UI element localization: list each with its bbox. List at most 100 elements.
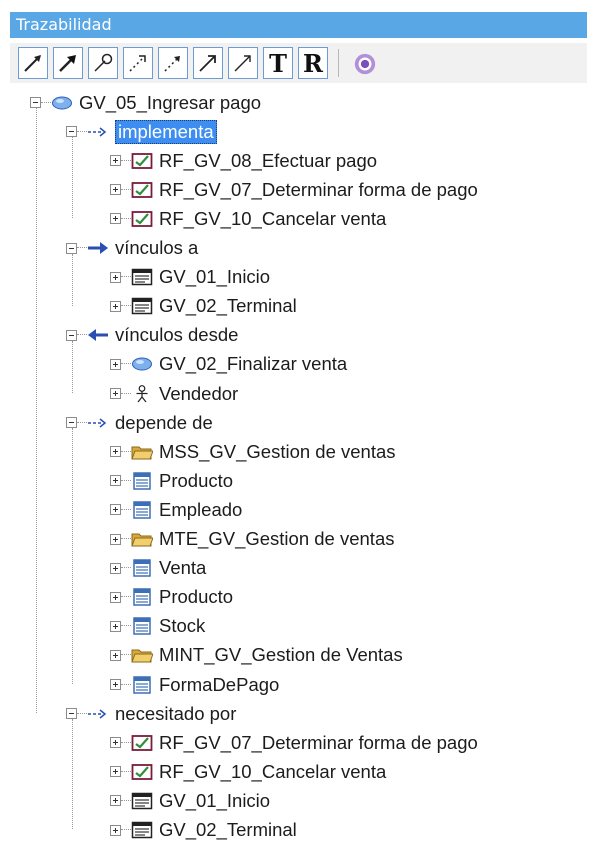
tree-node-label: Venta [159, 557, 207, 579]
dashed-arrow-icon [87, 705, 109, 723]
tree-connector [121, 567, 131, 569]
tree-connector [77, 334, 87, 336]
tree-group[interactable]: necesitado por [66, 699, 236, 728]
collapse-toggle-icon[interactable] [66, 242, 77, 254]
tree-node-label: GV_02_Terminal [159, 295, 297, 317]
collapse-toggle-icon[interactable] [66, 126, 77, 138]
arrow-left-icon [87, 326, 109, 344]
dashed-arrow-icon [87, 123, 109, 141]
tree-node-label: MTE_GV_Gestion de ventas [159, 528, 395, 549]
tree-node-label: GV_01_Inicio [159, 266, 271, 288]
tree-connector [121, 799, 131, 802]
tree-connector [121, 741, 131, 744]
tree-root[interactable]: GV_05_Ingresar pago [30, 88, 261, 117]
requirement-icon [131, 210, 153, 228]
tree-item[interactable]: GV_01_Inicio [110, 263, 270, 292]
tree-node-label: depende de [115, 411, 213, 433]
expand-toggle-icon[interactable] [110, 358, 121, 370]
tree-item[interactable]: Venta [110, 554, 206, 583]
expand-toggle-icon[interactable] [110, 620, 121, 632]
expand-toggle-icon[interactable] [110, 300, 121, 312]
tree-item[interactable]: RF_GV_07_Determinar forma de pago [110, 175, 478, 204]
tree-item[interactable]: Producto [110, 583, 233, 612]
tree-node-label: Vendedor [159, 382, 239, 404]
tree-node-label: vínculos desde [115, 324, 239, 346]
class-icon [131, 559, 153, 577]
collapse-toggle-icon[interactable] [30, 97, 41, 108]
tree-node-label: Stock [159, 615, 206, 637]
expand-toggle-icon[interactable] [110, 562, 121, 574]
tree-guide-line [72, 719, 73, 830]
tree-item[interactable]: FormaDePago [110, 670, 279, 699]
expand-toggle-icon[interactable] [110, 824, 121, 836]
tree-item[interactable]: GV_02_Finalizar venta [110, 350, 347, 379]
tree-guide-line [72, 137, 73, 219]
dashed-arrow-icon [87, 414, 109, 432]
tree-connector [121, 217, 131, 220]
expand-toggle-icon[interactable] [110, 737, 121, 749]
tree-item[interactable]: RF_GV_07_Determinar forma de pago [110, 728, 478, 757]
arrow-right-icon [87, 239, 109, 257]
tree-connector [121, 276, 131, 278]
tree-item[interactable]: GV_02_Terminal [110, 292, 297, 321]
tree-node-label: necesitado por [115, 702, 237, 724]
tree-node-label: GV_02_Terminal [159, 819, 297, 840]
tree-connector [77, 247, 87, 249]
tree-node-label: GV_05_Ingresar pago [79, 91, 262, 113]
expand-toggle-icon[interactable] [110, 271, 121, 283]
actor-icon [131, 384, 153, 403]
tree-connector [77, 421, 87, 424]
tree-connector [121, 479, 131, 482]
tree-item[interactable]: RF_GV_10_Cancelar venta [110, 204, 386, 233]
expand-toggle-icon[interactable] [110, 591, 121, 603]
tree-item[interactable]: RF_GV_08_Efectuar pago [110, 146, 377, 175]
tree-group[interactable]: depende de [66, 408, 213, 437]
collapse-toggle-icon[interactable] [66, 329, 77, 341]
tree-node-label: implementa [115, 119, 217, 144]
tree-item[interactable]: RF_GV_10_Cancelar venta [110, 757, 386, 786]
expand-toggle-icon[interactable] [110, 446, 121, 458]
expand-toggle-icon[interactable] [110, 649, 121, 661]
folder-icon [131, 530, 153, 548]
tree-item[interactable]: Empleado [110, 495, 242, 524]
folder-icon [131, 646, 153, 664]
tree-item[interactable]: MSS_GV_Gestion de ventas [110, 437, 396, 466]
class-icon [131, 675, 153, 694]
tree-node-label: Empleado [159, 498, 243, 520]
expand-toggle-icon[interactable] [110, 679, 121, 690]
tree-item[interactable]: Stock [110, 612, 205, 641]
tree-connector [121, 305, 131, 307]
tree-node-label: MINT_GV_Gestion de Ventas [159, 644, 403, 666]
tree-group[interactable]: vínculos desde [66, 321, 238, 350]
collapse-toggle-icon[interactable] [66, 708, 77, 720]
expand-toggle-icon[interactable] [110, 213, 121, 225]
expand-toggle-icon[interactable] [110, 504, 121, 516]
tree-group[interactable]: vínculos a [66, 234, 198, 263]
expand-toggle-icon[interactable] [110, 475, 121, 487]
tree-node-label: RF_GV_07_Determinar forma de pago [159, 178, 478, 200]
tree-node-label: Producto [159, 469, 234, 491]
usecase-icon [131, 355, 153, 373]
tree-item[interactable]: MTE_GV_Gestion de ventas [110, 525, 394, 554]
tree-group[interactable]: implementa [66, 117, 217, 146]
usecase-icon [51, 94, 73, 112]
collapse-toggle-icon[interactable] [66, 417, 77, 429]
tree-item[interactable]: GV_01_Inicio [110, 786, 270, 815]
requirement-icon [131, 152, 153, 170]
tree-node-label: MSS_GV_Gestion de ventas [159, 440, 396, 462]
requirement-icon [131, 734, 153, 752]
tree-item[interactable]: Vendedor [110, 379, 238, 408]
tree-node-label: Producto [159, 586, 234, 608]
class-icon [131, 501, 153, 519]
expand-toggle-icon[interactable] [110, 388, 121, 399]
expand-toggle-icon[interactable] [110, 155, 121, 167]
tree-item[interactable]: MINT_GV_Gestion de Ventas [110, 641, 403, 670]
expand-toggle-icon[interactable] [110, 533, 121, 545]
expand-toggle-icon[interactable] [110, 184, 121, 196]
tree-item[interactable]: Producto [110, 466, 233, 495]
expand-toggle-icon[interactable] [110, 795, 121, 807]
expand-toggle-icon[interactable] [110, 766, 121, 778]
tree-item[interactable]: GV_02_Terminal [110, 816, 297, 845]
tree-guide-line [72, 340, 73, 393]
tree-connector [121, 538, 131, 540]
